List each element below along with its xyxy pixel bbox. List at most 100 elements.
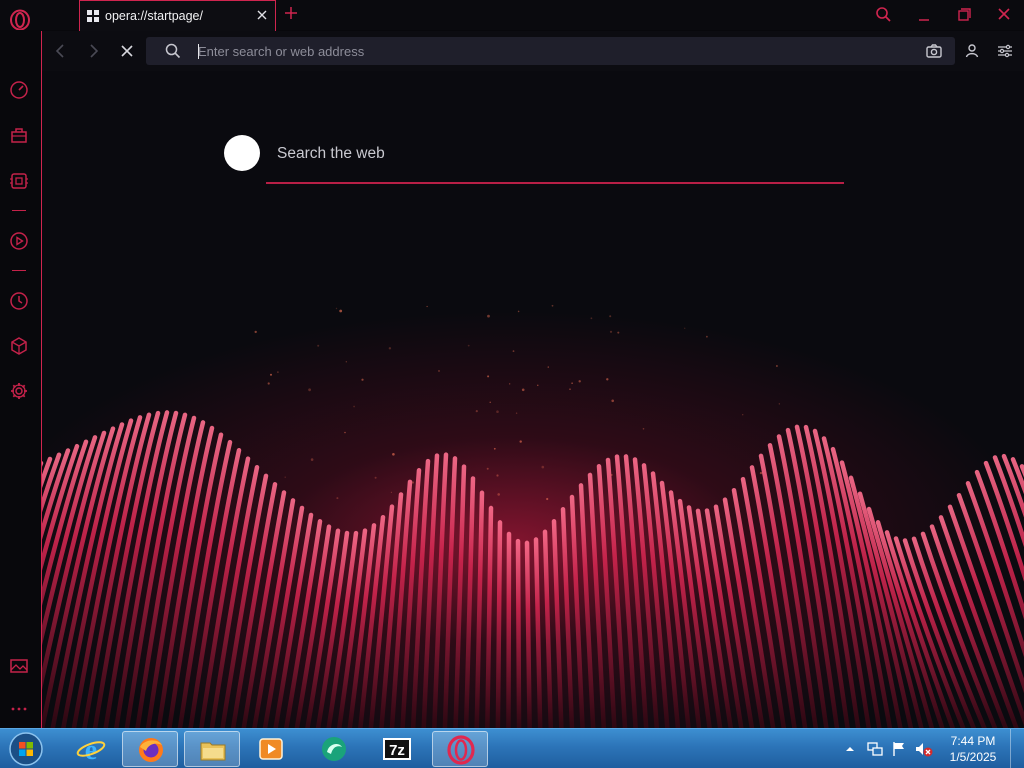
wallpaper-particle — [496, 410, 499, 414]
wave-ridge — [252, 498, 296, 728]
taskbar-sharing-app[interactable] — [306, 731, 362, 767]
tab-startpage[interactable]: opera://startpage/ — [79, 0, 276, 32]
wallpaper-particle — [353, 405, 355, 408]
system-tray: 7:44 PM 1/5/2025 — [840, 729, 1024, 768]
volume-muted-icon[interactable] — [914, 740, 934, 758]
wallpaper-particle — [339, 309, 343, 313]
taskbar-clock[interactable]: 7:44 PM 1/5/2025 — [940, 733, 1006, 765]
search-placeholder: Search the web — [277, 145, 385, 162]
close-tab-icon[interactable] — [255, 8, 269, 22]
network-icon[interactable] — [866, 740, 884, 758]
wave-ridge — [551, 518, 564, 728]
shopping-bag-icon[interactable] — [8, 124, 30, 146]
wallpaper-particle — [609, 330, 613, 333]
wallpaper-particle — [515, 412, 518, 414]
wallpaper-particle — [390, 491, 392, 493]
stop-loading-icon[interactable] — [116, 40, 138, 62]
wallpaper-particle — [493, 447, 496, 450]
account-icon[interactable] — [961, 40, 983, 62]
back-icon[interactable] — [50, 40, 72, 62]
file-explorer-icon — [200, 742, 226, 761]
wallpaper-particle — [277, 371, 279, 373]
windows-taskbar: e 7z 7:44 PM 1/5/2025 — [0, 728, 1024, 768]
wallpaper-particle — [411, 481, 415, 484]
clock-date: 1/5/2025 — [949, 750, 997, 764]
search-tabs-icon[interactable] — [871, 4, 897, 26]
start-page-search[interactable]: Search the web — [224, 133, 844, 185]
text-caret — [198, 44, 199, 59]
wallpaper-particle — [284, 476, 286, 478]
show-hidden-icons-icon[interactable] — [844, 743, 856, 755]
wallpaper-particle — [571, 382, 573, 385]
search-icon — [165, 43, 181, 59]
speed-dial-icon[interactable] — [8, 79, 30, 101]
wallpaper-particle — [521, 388, 525, 392]
new-tab-plus-icon[interactable] — [283, 5, 299, 21]
internet-explorer-icon: e — [76, 735, 106, 764]
opera-menu-icon[interactable] — [9, 9, 31, 31]
wallpaper-particle — [487, 375, 490, 378]
wallpaper-particle — [335, 307, 338, 310]
svg-text:e: e — [85, 735, 97, 764]
history-icon[interactable] — [8, 290, 30, 312]
wallpaper-particle — [310, 458, 314, 461]
taskbar-internet-explorer[interactable]: e — [63, 731, 119, 767]
wallpaper-particle — [497, 493, 501, 496]
firefox-icon — [139, 738, 163, 762]
taskbar-media-player[interactable] — [243, 731, 299, 767]
wave-ridge — [533, 537, 543, 728]
easy-setup-icon[interactable] — [994, 40, 1016, 62]
taskbar-file-explorer[interactable] — [184, 731, 240, 767]
wallpaper-particle — [374, 476, 377, 479]
action-center-flag-icon[interactable] — [890, 740, 908, 758]
settings-gear-icon[interactable] — [8, 380, 30, 402]
wallpaper-particle — [706, 335, 708, 338]
wallpaper-icon[interactable] — [8, 655, 30, 677]
address-input[interactable] — [198, 41, 898, 61]
forward-icon[interactable] — [82, 40, 104, 62]
opera-icon — [447, 735, 475, 765]
windows-start-icon[interactable] — [6, 730, 46, 768]
camera-snapshot-icon[interactable] — [925, 42, 943, 60]
more-dots-icon[interactable] — [8, 698, 30, 720]
tab-title: opera://startpage/ — [105, 9, 203, 23]
taskbar-opera[interactable] — [432, 731, 488, 767]
wave-ridge — [442, 456, 458, 728]
address-bar[interactable] — [146, 37, 955, 65]
wallpaper-particle — [541, 465, 545, 469]
wave-ridge — [614, 454, 638, 728]
search-engine-logo-icon[interactable] — [224, 135, 260, 171]
wallpaper-particle — [569, 388, 571, 390]
wave-ridge — [463, 476, 476, 728]
wallpaper-particle — [438, 370, 440, 372]
wallpaper-particle — [537, 384, 539, 386]
wave-ridge — [515, 538, 522, 728]
minimize-icon[interactable] — [911, 4, 937, 26]
player-icon[interactable] — [8, 230, 30, 252]
taskbar-7zip[interactable]: 7z — [369, 731, 425, 767]
wallpaper-particle — [336, 497, 339, 500]
restore-icon[interactable] — [951, 4, 977, 26]
wallpaper-particle — [509, 383, 511, 385]
wallpaper-particle — [487, 314, 490, 318]
show-desktop-button[interactable] — [1010, 729, 1024, 768]
wave-ridge — [506, 531, 512, 728]
wallpaper-particle — [546, 497, 549, 501]
close-window-icon[interactable] — [991, 4, 1017, 26]
wave-ridge — [560, 507, 575, 728]
wave-ridge — [485, 505, 494, 728]
svg-text:7z: 7z — [389, 742, 405, 759]
wave-ridge — [495, 520, 503, 728]
wallpaper-particle — [642, 428, 645, 430]
wallpaper-particle — [254, 330, 257, 334]
extensions-cube-icon[interactable] — [8, 335, 30, 357]
wallpaper-particle — [578, 380, 581, 383]
wave-ridge — [740, 476, 787, 728]
wallpaper-particle — [317, 344, 320, 347]
wave-ridge — [453, 464, 467, 728]
taskbar-firefox[interactable] — [122, 731, 178, 767]
wallpaper-particle — [467, 344, 470, 347]
ai-assistant-icon[interactable] — [8, 170, 30, 192]
wallpaper-particle — [270, 373, 272, 376]
wallpaper-particle — [742, 414, 744, 416]
